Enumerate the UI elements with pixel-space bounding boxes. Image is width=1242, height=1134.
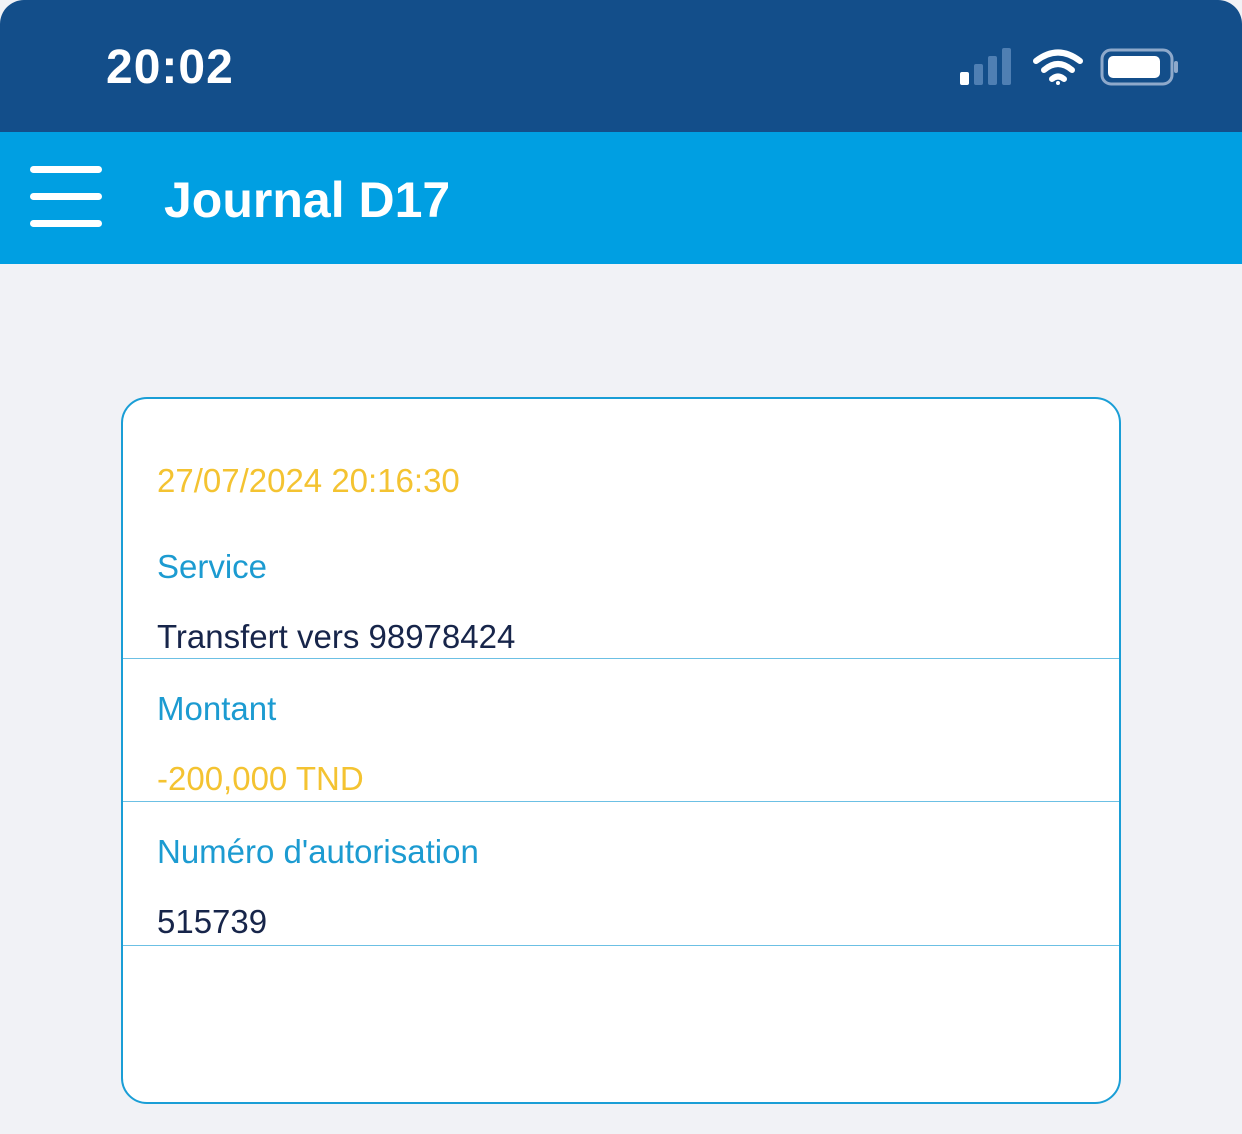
cellular-signal-icon [960,48,1011,85]
authorization-label: Numéro d'autorisation [157,833,479,870]
hamburger-menu-icon[interactable] [30,166,102,228]
service-label: Service [157,548,268,585]
transaction-card[interactable]: 27/07/2024 20:16:30 Service Transfert ve… [121,397,1121,1104]
amount-label: Montant [157,690,277,727]
divider [123,945,1119,946]
status-bar: 20:02 [0,0,1242,132]
service-value: Transfert vers 98978424 [157,618,516,655]
status-time: 20:02 [106,41,234,94]
divider [123,658,1119,659]
page-title: Journal D17 [164,172,451,228]
transaction-datetime: 27/07/2024 20:16:30 [157,462,460,499]
divider [123,801,1119,802]
amount-value: -200,000 TND [157,760,364,797]
status-icons [960,46,1182,88]
wifi-icon [1033,49,1083,85]
battery-icon [1100,48,1178,86]
authorization-value: 515739 [157,903,268,940]
